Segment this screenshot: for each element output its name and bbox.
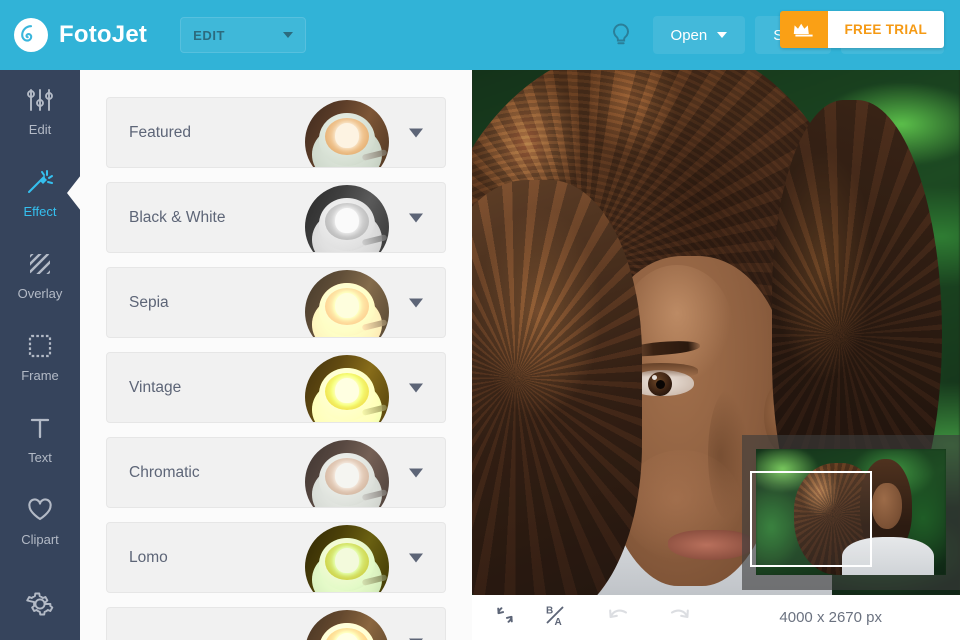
effect-name: Lomo — [129, 548, 168, 566]
sidebar-item-frame[interactable]: Frame — [0, 316, 80, 398]
image-dimensions-label: 4000 x 2670 px — [779, 609, 882, 626]
crown-icon — [779, 11, 828, 48]
gear-icon — [26, 590, 54, 623]
heart-icon — [26, 495, 54, 525]
photo-hair-front-texture — [472, 180, 642, 595]
effect-row[interactable] — [106, 607, 446, 640]
brand-name: FotoJet — [59, 21, 148, 48]
free-trial-label: FREE TRIAL — [827, 11, 944, 48]
effect-name: Chromatic — [129, 463, 200, 481]
coffee-cup-image — [305, 440, 389, 507]
open-button[interactable]: Open — [652, 16, 746, 54]
sidebar-item-clipart[interactable]: Clipart — [0, 480, 80, 562]
app-header: FotoJet EDIT Open Share Download — [0, 0, 960, 70]
chevron-down-icon — [283, 32, 294, 38]
redo-button[interactable] — [662, 601, 696, 635]
sidebar-item-effect[interactable]: Effect — [0, 152, 81, 234]
effect-thumbnail — [305, 270, 389, 337]
left-sidebar: Edit Effect Overlay Frame Text Clipart — [0, 70, 81, 640]
chevron-down-icon — [717, 32, 728, 38]
effect-thumbnail — [305, 610, 389, 640]
effect-thumbnail — [305, 440, 389, 507]
coffee-cup-image — [305, 355, 389, 422]
spiral-logo-icon — [14, 18, 48, 52]
reset-rotate-icon — [494, 604, 516, 631]
effect-row[interactable]: Black & White — [106, 182, 446, 253]
sidebar-item-label: Edit — [28, 122, 52, 137]
sidebar-item-label: Effect — [23, 204, 57, 219]
chevron-down-icon[interactable] — [409, 468, 423, 477]
fotojet-app: FotoJet EDIT Open Share Download — [0, 0, 960, 640]
reset-button[interactable] — [488, 601, 522, 635]
effect-thumbnail — [305, 100, 389, 167]
hatched-square-icon — [27, 249, 53, 279]
active-indicator-notch — [67, 175, 81, 211]
open-button-label: Open — [670, 26, 708, 44]
svg-text:A: A — [555, 617, 562, 627]
photo-pupil — [656, 380, 665, 389]
navigator-minimap[interactable] — [742, 435, 960, 590]
viewport-rectangle[interactable] — [750, 471, 872, 567]
effect-thumbnail — [305, 185, 389, 252]
sidebar-item-edit[interactable]: Edit — [0, 70, 80, 152]
chevron-down-icon[interactable] — [409, 128, 423, 137]
effect-row[interactable]: Featured — [106, 97, 446, 168]
chevron-down-icon[interactable] — [409, 553, 423, 562]
coffee-cup-image — [305, 185, 389, 252]
edit-mode-label: EDIT — [193, 27, 226, 43]
undo-button[interactable] — [602, 601, 636, 635]
effect-name: Black & White — [129, 208, 226, 226]
compare-button[interactable]: B A — [538, 601, 572, 635]
chevron-down-icon[interactable] — [409, 298, 423, 307]
coffee-cup-image — [305, 270, 389, 337]
text-t-icon — [28, 413, 52, 443]
effect-row[interactable]: Lomo — [106, 522, 446, 593]
effects-panel: Featured Black & White Sepia Vintage Chromat… — [80, 70, 472, 640]
sidebar-item-label: Frame — [21, 368, 59, 383]
coffee-cup-image — [305, 610, 389, 640]
sidebar-item-text[interactable]: Text — [0, 398, 80, 480]
effect-name: Vintage — [129, 378, 182, 396]
canvas-bottom-toolbar: B A 4000 x 2670 px — [472, 595, 960, 640]
navigator-face — [872, 483, 902, 529]
frame-icon — [27, 331, 53, 361]
effect-name: Sepia — [129, 293, 169, 311]
sidebar-item-label: Overlay — [17, 286, 63, 301]
brand: FotoJet — [14, 18, 147, 52]
effect-thumbnail — [305, 355, 389, 422]
coffee-cup-image — [305, 525, 389, 592]
redo-arrow-icon — [666, 604, 692, 631]
undo-arrow-icon — [606, 604, 632, 631]
effect-name: Featured — [129, 123, 192, 141]
sidebar-item-label: Clipart — [21, 532, 59, 547]
effect-row[interactable]: Vintage — [106, 352, 446, 423]
chevron-down-icon[interactable] — [409, 213, 423, 222]
effects-list: Featured Black & White Sepia Vintage Chromat… — [80, 70, 472, 640]
chevron-down-icon[interactable] — [409, 383, 423, 392]
effect-row[interactable]: Chromatic — [106, 437, 446, 508]
image-canvas[interactable] — [472, 60, 960, 595]
settings-gear-button[interactable] — [0, 578, 80, 634]
sidebar-item-label: Text — [28, 450, 52, 465]
effect-row[interactable]: Sepia — [106, 267, 446, 338]
sliders-icon — [26, 85, 54, 115]
coffee-cup-image — [305, 100, 389, 167]
before-after-icon: B A — [543, 603, 567, 632]
lightbulb-icon[interactable] — [601, 15, 641, 55]
free-trial-badge[interactable]: FREE TRIAL — [779, 11, 944, 48]
sidebar-item-overlay[interactable]: Overlay — [0, 234, 80, 316]
effect-thumbnail — [305, 525, 389, 592]
edit-mode-dropdown[interactable]: EDIT — [180, 17, 307, 53]
svg-text:B: B — [546, 606, 553, 617]
magic-wand-icon — [25, 167, 55, 197]
